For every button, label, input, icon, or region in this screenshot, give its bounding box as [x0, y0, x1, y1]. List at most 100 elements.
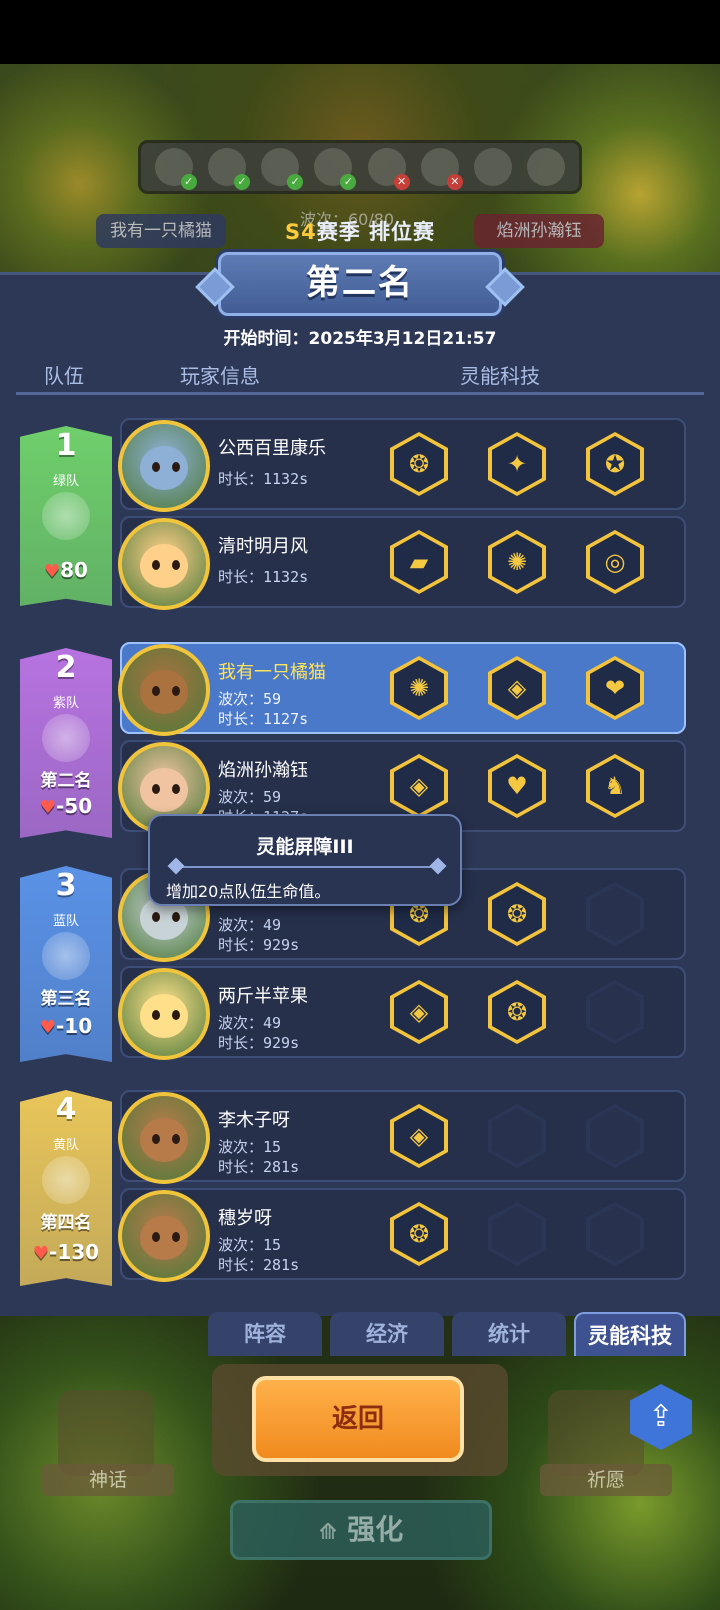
player-row[interactable]: 清时明月风时长：1132s ▰ ✺ ◎ — [118, 516, 686, 610]
player-wave: 波次：59 — [218, 788, 282, 806]
player-row[interactable]: 李木子呀 波次：15 时长：281s ◈ — [118, 1090, 686, 1184]
player-duration: 时长：929s — [218, 1034, 300, 1052]
rank-banner: 第二名 — [218, 252, 502, 316]
team-emblem-icon — [42, 932, 90, 980]
avatar — [118, 644, 210, 736]
tech-icon[interactable]: ❤ — [586, 656, 644, 720]
player-duration: 时长：281s — [218, 1256, 300, 1274]
team-hp: ♥80 — [44, 558, 88, 582]
tab-lineup[interactable]: 阵容 — [208, 1312, 322, 1356]
column-header-tech: 灵能科技 — [460, 364, 540, 388]
tooltip-description: 增加20点队伍生命值。 — [166, 882, 331, 901]
player-duration: 时长：1132s — [218, 470, 309, 488]
team-hp: ♥-130 — [32, 1240, 100, 1264]
tech-icon[interactable]: ❂ — [488, 882, 546, 946]
team-emblem-icon — [42, 714, 90, 762]
boss-progress-strip: ✓ ✓ ✓ ✓ ✕ ✕ — [138, 140, 582, 194]
empty-tech-slot — [586, 1202, 644, 1266]
boss-icon: ✕ — [420, 148, 463, 190]
tech-icon[interactable]: ◈ — [390, 980, 448, 1044]
empty-tech-slot — [488, 1104, 546, 1168]
player-row[interactable]: 我有一只橘猫 波次：59 时长：1127s ✺ ◈ ❤ — [118, 642, 686, 736]
tech-icon[interactable]: ✺ — [488, 530, 546, 594]
team-banner: 1 绿队 ♥80 — [20, 426, 112, 606]
wish-button[interactable]: 祈愿 — [540, 1464, 672, 1496]
status-bar — [0, 0, 720, 64]
player-duration: 时长：1127s — [218, 710, 309, 728]
tech-icon[interactable]: ❂ — [488, 980, 546, 1044]
team-emblem-icon — [42, 1156, 90, 1204]
tech-icon[interactable]: ✺ — [390, 656, 448, 720]
tech-icon[interactable]: ◈ — [488, 656, 546, 720]
player-row[interactable]: 两斤半苹果波次：49 时长：929s ◈ ❂ — [118, 966, 686, 1060]
team-banner: 3 蓝队 第三名 ♥-10 — [20, 866, 112, 1062]
tech-icon[interactable]: ♞ — [586, 754, 644, 818]
player-wave: 波次：49 — [218, 1014, 282, 1032]
tooltip-title: 灵能屏障III — [256, 836, 354, 858]
player-row[interactable]: 穗岁呀 波次：15 时长：281s ❂ — [118, 1188, 686, 1282]
tech-icon[interactable]: ✦ — [488, 432, 546, 496]
player-name: 李木子呀 — [218, 1110, 290, 1131]
player-duration: 时长：281s — [218, 1158, 300, 1176]
column-header-team: 队伍 — [44, 364, 84, 388]
team-name: 绿队 — [52, 474, 79, 489]
tech-icon[interactable]: ❂ — [390, 432, 448, 496]
tech-tooltip: 灵能屏障III 增加20点队伍生命值。 — [148, 814, 462, 906]
heart-icon: ♥ — [39, 1017, 56, 1038]
tab-statistics[interactable]: 统计 — [452, 1312, 566, 1356]
player-duration: 时长：1132s — [218, 568, 309, 586]
heart-icon: ♥ — [39, 797, 56, 818]
empty-tech-slot — [488, 1202, 546, 1266]
tech-icon[interactable]: ♥ — [488, 754, 546, 818]
team-name: 紫队 — [52, 696, 79, 711]
team-hp: ♥-10 — [39, 1014, 93, 1038]
column-header-player: 玩家信息 — [180, 364, 260, 388]
player-name: 两斤半苹果 — [218, 986, 308, 1007]
tech-icon[interactable]: ✪ — [586, 432, 644, 496]
team-rank: 第二名 — [40, 771, 92, 791]
empty-tech-slot — [586, 980, 644, 1044]
team-banner: 4 黄队 第四名 ♥-130 — [20, 1090, 112, 1286]
tab-economy[interactable]: 经济 — [330, 1312, 444, 1356]
player-name: 清时明月风 — [218, 536, 308, 557]
boss-icon — [474, 148, 513, 186]
boss-icon: ✓ — [314, 148, 357, 190]
player-wave: 波次：49 — [218, 916, 282, 934]
heart-icon: ♥ — [32, 1243, 50, 1264]
avatar — [118, 1190, 210, 1282]
boss-icon: ✕ — [367, 148, 410, 190]
player-name: 穗岁呀 — [218, 1208, 272, 1229]
tech-icon[interactable]: ❂ — [390, 1202, 448, 1266]
boss-icon: ✓ — [207, 148, 250, 190]
heart-icon: ♥ — [44, 561, 61, 582]
boss-icon — [527, 148, 566, 186]
team-emblem-icon — [42, 492, 90, 540]
avatar — [118, 1092, 210, 1184]
empty-tech-slot — [586, 882, 644, 946]
back-button[interactable]: 返回 — [252, 1376, 464, 1462]
tech-icon[interactable]: ◈ — [390, 754, 448, 818]
player-name: 焰洲孙瀚钰 — [218, 760, 308, 781]
tech-icon[interactable]: ▰ — [390, 530, 448, 594]
empty-tech-slot — [586, 1104, 644, 1168]
tech-icon[interactable]: ◈ — [390, 1104, 448, 1168]
tab-psionic-tech[interactable]: 灵能科技 — [574, 1312, 686, 1356]
avatar — [118, 968, 210, 1060]
boss-icon: ✓ — [261, 148, 304, 190]
avatar — [118, 420, 210, 512]
player-row[interactable]: 公西百里康乐 时长：1132s ❂ ✦ ✪ — [118, 418, 686, 512]
player-duration: 时长：929s — [218, 936, 300, 954]
team-name: 蓝队 — [52, 914, 79, 929]
start-time: 开始时间：2025年3月12日21:57 — [223, 329, 497, 349]
upgrade-icon: ⟰ — [318, 1520, 338, 1545]
player-name: 我有一只橘猫 — [218, 662, 326, 683]
myth-button[interactable]: 神话 — [42, 1464, 174, 1496]
upgrade-button[interactable]: ⟰ 强化 — [230, 1500, 492, 1560]
tech-icon[interactable]: ◎ — [586, 530, 644, 594]
team-rank: 第三名 — [40, 989, 92, 1009]
player-wave: 波次：59 — [218, 690, 282, 708]
player-name: 公西百里康乐 — [218, 438, 326, 459]
season-title: S4赛季 排位赛 — [284, 220, 436, 244]
tooltip-divider — [174, 866, 440, 868]
team-name: 黄队 — [52, 1138, 79, 1153]
